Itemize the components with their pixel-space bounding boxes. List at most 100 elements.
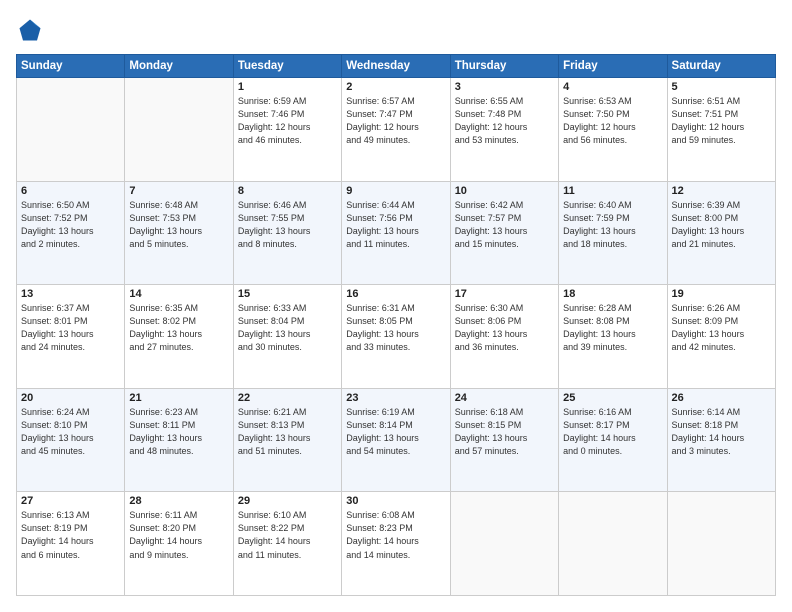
weekday-header-row: SundayMondayTuesdayWednesdayThursdayFrid… [17, 55, 776, 78]
calendar-week-row: 1 Sunrise: 6:59 AM Sunset: 7:46 PM Daylig… [17, 78, 776, 182]
calendar-week-row: 20 Sunrise: 6:24 AM Sunset: 8:10 PM Dayli… [17, 388, 776, 492]
calendar-cell: 21Sunrise: 6:23 AM Sunset: 8:11 PM Dayli… [125, 388, 233, 492]
day-info: Sunrise: 6:59 AM Sunset: 7:46 PM Dayligh… [238, 95, 337, 147]
day-number: 9 [346, 185, 445, 197]
day-info: Sunrise: 6:57 AM Sunset: 7:47 PM Dayligh… [346, 95, 445, 147]
calendar-cell: 3Sunrise: 6:55 AM Sunset: 7:48 PM Daylig… [450, 78, 558, 182]
calendar-cell: 1 Sunrise: 6:59 AM Sunset: 7:46 PM Daylig… [233, 78, 341, 182]
day-info: Sunrise: 6:16 AM Sunset: 8:17 PM Dayligh… [563, 406, 662, 458]
day-info: Sunrise: 6:28 AM Sunset: 8:08 PM Dayligh… [563, 302, 662, 354]
day-info: Sunrise: 6:50 AM Sunset: 7:52 PM Dayligh… [21, 199, 120, 251]
calendar-cell: 7 Sunrise: 6:48 AM Sunset: 7:53 PM Daylig… [125, 181, 233, 285]
day-info: Sunrise: 6:53 AM Sunset: 7:50 PM Dayligh… [563, 95, 662, 147]
day-info: Sunrise: 6:33 AM Sunset: 8:04 PM Dayligh… [238, 302, 337, 354]
day-number: 28 [129, 495, 228, 507]
calendar-cell: 28 Sunrise: 6:11 AM Sunset: 8:20 PM Dayli… [125, 492, 233, 596]
day-info: Sunrise: 6:40 AM Sunset: 7:59 PM Dayligh… [563, 199, 662, 251]
calendar-cell: 9 Sunrise: 6:44 AM Sunset: 7:56 PM Daylig… [342, 181, 450, 285]
day-number: 12 [672, 185, 771, 197]
day-number: 16 [346, 288, 445, 300]
day-info: Sunrise: 6:21 AM Sunset: 8:13 PM Dayligh… [238, 406, 337, 458]
calendar-cell [450, 492, 558, 596]
calendar-cell: 2 Sunrise: 6:57 AM Sunset: 7:47 PM Daylig… [342, 78, 450, 182]
calendar-cell: 17 Sunrise: 6:30 AM Sunset: 8:06 PM Dayli… [450, 285, 558, 389]
calendar-week-row: 6 Sunrise: 6:50 AM Sunset: 7:52 PM Daylig… [17, 181, 776, 285]
logo [16, 16, 48, 44]
calendar-cell [125, 78, 233, 182]
calendar-cell: 4 Sunrise: 6:53 AM Sunset: 7:50 PM Daylig… [559, 78, 667, 182]
day-info: Sunrise: 6:18 AM Sunset: 8:15 PM Dayligh… [455, 406, 554, 458]
day-info: Sunrise: 6:39 AM Sunset: 8:00 PM Dayligh… [672, 199, 771, 251]
calendar-cell: 14 Sunrise: 6:35 AM Sunset: 8:02 PM Dayli… [125, 285, 233, 389]
day-number: 1 [238, 81, 337, 93]
day-number: 17 [455, 288, 554, 300]
day-info: Sunrise: 6:13 AM Sunset: 8:19 PM Dayligh… [21, 509, 120, 561]
page: SundayMondayTuesdayWednesdayThursdayFrid… [0, 0, 792, 612]
day-info: Sunrise: 6:46 AM Sunset: 7:55 PM Dayligh… [238, 199, 337, 251]
day-number: 24 [455, 392, 554, 404]
day-info: Sunrise: 6:37 AM Sunset: 8:01 PM Dayligh… [21, 302, 120, 354]
calendar-cell: 5 Sunrise: 6:51 AM Sunset: 7:51 PM Daylig… [667, 78, 775, 182]
day-info: Sunrise: 6:24 AM Sunset: 8:10 PM Dayligh… [21, 406, 120, 458]
weekday-header-thursday: Thursday [450, 55, 558, 78]
day-info: Sunrise: 6:10 AM Sunset: 8:22 PM Dayligh… [238, 509, 337, 561]
day-number: 18 [563, 288, 662, 300]
weekday-header-wednesday: Wednesday [342, 55, 450, 78]
calendar-cell: 18 Sunrise: 6:28 AM Sunset: 8:08 PM Dayli… [559, 285, 667, 389]
calendar-cell [559, 492, 667, 596]
calendar-week-row: 27 Sunrise: 6:13 AM Sunset: 8:19 PM Dayli… [17, 492, 776, 596]
day-number: 4 [563, 81, 662, 93]
day-number: 19 [672, 288, 771, 300]
calendar-cell: 13 Sunrise: 6:37 AM Sunset: 8:01 PM Dayli… [17, 285, 125, 389]
calendar-cell: 15 Sunrise: 6:33 AM Sunset: 8:04 PM Dayli… [233, 285, 341, 389]
day-number: 10 [455, 185, 554, 197]
header [16, 16, 776, 44]
day-number: 2 [346, 81, 445, 93]
weekday-header-monday: Monday [125, 55, 233, 78]
calendar-cell [667, 492, 775, 596]
calendar-cell: 11Sunrise: 6:40 AM Sunset: 7:59 PM Dayli… [559, 181, 667, 285]
weekday-header-saturday: Saturday [667, 55, 775, 78]
day-number: 14 [129, 288, 228, 300]
day-number: 27 [21, 495, 120, 507]
day-info: Sunrise: 6:23 AM Sunset: 8:11 PM Dayligh… [129, 406, 228, 458]
weekday-header-tuesday: Tuesday [233, 55, 341, 78]
logo-icon [16, 16, 44, 44]
calendar-cell: 12 Sunrise: 6:39 AM Sunset: 8:00 PM Dayli… [667, 181, 775, 285]
day-info: Sunrise: 6:42 AM Sunset: 7:57 PM Dayligh… [455, 199, 554, 251]
day-number: 26 [672, 392, 771, 404]
day-number: 6 [21, 185, 120, 197]
day-info: Sunrise: 6:19 AM Sunset: 8:14 PM Dayligh… [346, 406, 445, 458]
day-info: Sunrise: 6:51 AM Sunset: 7:51 PM Dayligh… [672, 95, 771, 147]
day-number: 5 [672, 81, 771, 93]
day-number: 22 [238, 392, 337, 404]
day-info: Sunrise: 6:08 AM Sunset: 8:23 PM Dayligh… [346, 509, 445, 561]
calendar-cell: 8 Sunrise: 6:46 AM Sunset: 7:55 PM Daylig… [233, 181, 341, 285]
day-info: Sunrise: 6:48 AM Sunset: 7:53 PM Dayligh… [129, 199, 228, 251]
day-info: Sunrise: 6:26 AM Sunset: 8:09 PM Dayligh… [672, 302, 771, 354]
calendar-cell: 23 Sunrise: 6:19 AM Sunset: 8:14 PM Dayli… [342, 388, 450, 492]
day-number: 23 [346, 392, 445, 404]
calendar-cell: 22 Sunrise: 6:21 AM Sunset: 8:13 PM Dayli… [233, 388, 341, 492]
calendar-cell: 6 Sunrise: 6:50 AM Sunset: 7:52 PM Daylig… [17, 181, 125, 285]
calendar-table: SundayMondayTuesdayWednesdayThursdayFrid… [16, 54, 776, 596]
day-number: 13 [21, 288, 120, 300]
day-info: Sunrise: 6:30 AM Sunset: 8:06 PM Dayligh… [455, 302, 554, 354]
calendar-cell: 16 Sunrise: 6:31 AM Sunset: 8:05 PM Dayli… [342, 285, 450, 389]
day-info: Sunrise: 6:11 AM Sunset: 8:20 PM Dayligh… [129, 509, 228, 561]
day-number: 7 [129, 185, 228, 197]
day-info: Sunrise: 6:35 AM Sunset: 8:02 PM Dayligh… [129, 302, 228, 354]
day-number: 8 [238, 185, 337, 197]
calendar-cell [17, 78, 125, 182]
day-info: Sunrise: 6:31 AM Sunset: 8:05 PM Dayligh… [346, 302, 445, 354]
day-info: Sunrise: 6:44 AM Sunset: 7:56 PM Dayligh… [346, 199, 445, 251]
day-number: 15 [238, 288, 337, 300]
calendar-cell: 19 Sunrise: 6:26 AM Sunset: 8:09 PM Dayli… [667, 285, 775, 389]
calendar-cell: 30 Sunrise: 6:08 AM Sunset: 8:23 PM Dayli… [342, 492, 450, 596]
day-number: 20 [21, 392, 120, 404]
day-number: 30 [346, 495, 445, 507]
calendar-cell: 26Sunrise: 6:14 AM Sunset: 8:18 PM Dayli… [667, 388, 775, 492]
calendar-cell: 10 Sunrise: 6:42 AM Sunset: 7:57 PM Dayli… [450, 181, 558, 285]
day-number: 29 [238, 495, 337, 507]
calendar-cell: 25Sunrise: 6:16 AM Sunset: 8:17 PM Dayli… [559, 388, 667, 492]
